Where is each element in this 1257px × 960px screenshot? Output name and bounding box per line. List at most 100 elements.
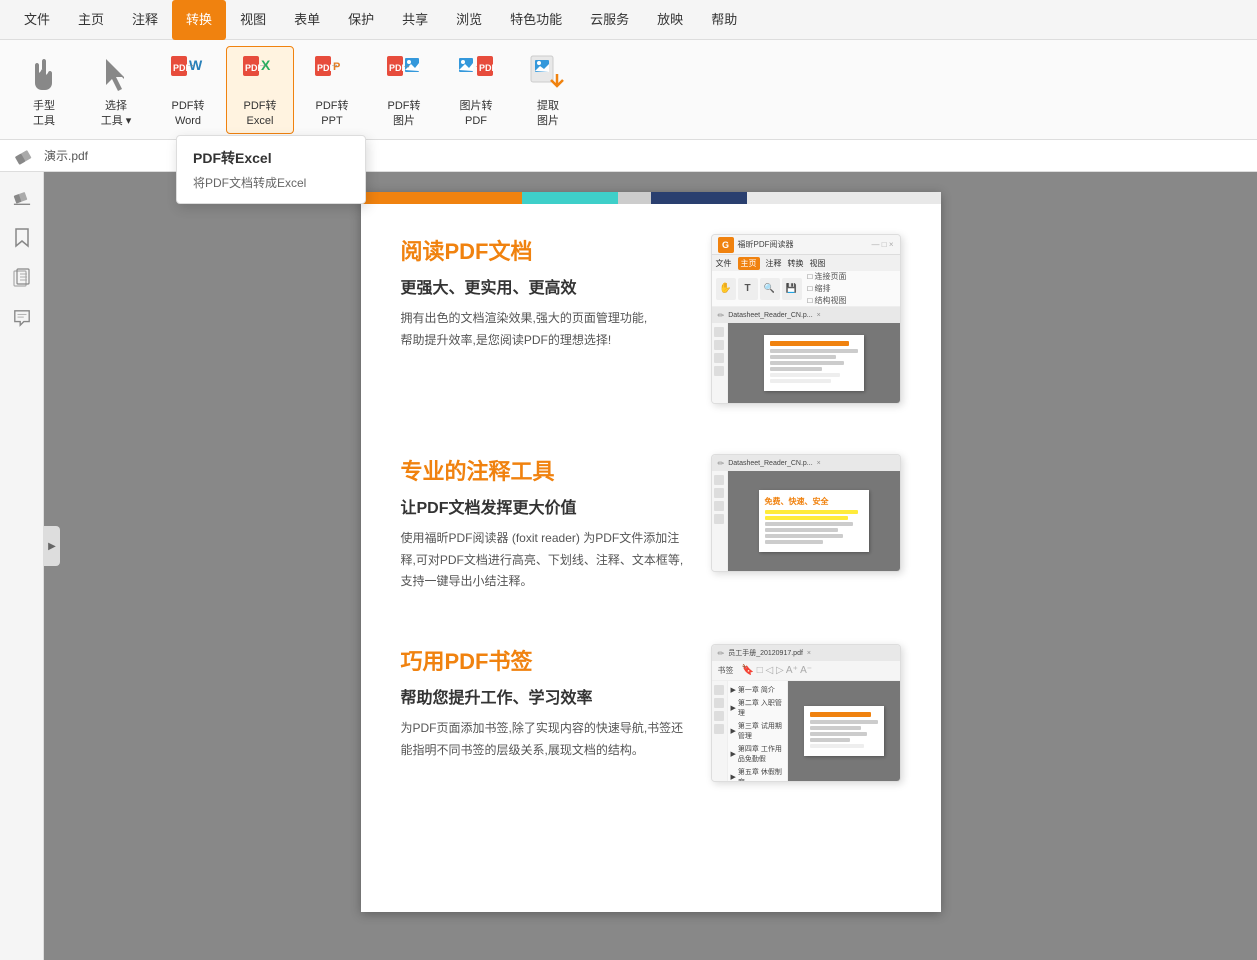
toolbar: 手型工具 选择工具 ▾ PDF W → PDF转Word PDF — [0, 40, 1257, 140]
pdf-to-image-button[interactable]: PDF → PDF转图片 — [370, 46, 438, 134]
annotate-title: 专业的注释工具 — [401, 454, 691, 486]
mini-pencil-icon-2: ✏ — [718, 459, 725, 468]
mini-bk-item-3: ▶ 第三章 试用期管理 — [731, 721, 784, 741]
bookmark-subtitle: 帮助您提升工作、学习效率 — [401, 684, 691, 708]
tooltip-title: PDF转Excel — [193, 148, 349, 168]
mini-sb-icon-2 — [714, 340, 724, 350]
mini-menu-comment: 注释 — [766, 258, 782, 269]
main-area: ▶ 阅读PDF文档 更强大、更实用、更高效 拥有出色的文档渲染效果,强大的页面管… — [0, 172, 1257, 960]
cursor-icon — [96, 53, 136, 97]
top-bar-navy — [651, 192, 748, 204]
image-pdf-icon: → PDF — [456, 53, 496, 97]
mini-bk-arrow-4: ▶ — [731, 750, 736, 758]
hand-tool-label: 手型工具 — [33, 99, 55, 128]
extract-image-label: 提取图片 — [537, 99, 559, 128]
mini-sb-icon-8 — [714, 514, 724, 524]
tooltip-description: 将PDF文档转成Excel — [193, 174, 349, 191]
menu-form[interactable]: 表单 — [280, 0, 334, 40]
filename: 演示.pdf — [44, 147, 88, 164]
menu-view[interactable]: 视图 — [226, 0, 280, 40]
mini-pencil-icon: ✏ — [718, 311, 725, 320]
select-tool-button[interactable]: 选择工具 ▾ — [82, 46, 150, 134]
collapse-sidebar-button[interactable]: ▶ — [44, 526, 60, 566]
eraser-icon[interactable] — [10, 142, 38, 170]
mini-menu-home-active: 主页 — [738, 257, 760, 270]
extract-image-button[interactable]: 提取图片 — [514, 46, 582, 134]
mini-main-area-1 — [712, 323, 900, 403]
pdf-section-read: 阅读PDF文档 更强大、更实用、更高效 拥有出色的文档渲染效果,强大的页面管理功… — [401, 234, 901, 404]
mini-main-area-2: 免费、快速、安全 — [712, 471, 900, 571]
image-to-pdf-button[interactable]: → PDF 图片转PDF — [442, 46, 510, 134]
menu-cloud[interactable]: 云服务 — [576, 0, 643, 40]
mini-bk-item-4: ▶ 第四章 工作用品免勤假 — [731, 744, 784, 764]
mini-line-4 — [770, 361, 845, 365]
svg-text:→: → — [258, 59, 267, 69]
read-text: 拥有出色的文档渲染效果,强大的页面管理功能,帮助提升效率,是您阅读PDF的理想选… — [401, 308, 691, 351]
mini-sb-icon-9 — [714, 685, 724, 695]
mini-tool-zoom2: □ 缩排 — [808, 283, 847, 294]
top-bar-light — [747, 192, 940, 204]
collapse-icon: ▶ — [48, 541, 56, 552]
mini-line-2 — [770, 349, 858, 353]
mini-bk-ch2: 第二章 入职管理 — [738, 698, 784, 718]
mini-content-area-3 — [788, 681, 900, 781]
pdf-to-word-button[interactable]: PDF W → PDF转Word — [154, 46, 222, 134]
content-area: 阅读PDF文档 更强大、更实用、更高效 拥有出色的文档渲染效果,强大的页面管理功… — [44, 172, 1257, 960]
mini-tool-text: T — [738, 278, 758, 300]
mini-sidebar-3 — [712, 681, 728, 781]
mini-sb-icon-1 — [714, 327, 724, 337]
pdf-to-excel-button[interactable]: PDF X → PDF转Excel — [226, 46, 294, 134]
mini-tool-group: □ 连接页面 □ 缩排 □ 结构视图 — [808, 271, 847, 306]
image-to-pdf-label: 图片转PDF — [460, 99, 493, 128]
hand-tool-button[interactable]: 手型工具 — [10, 46, 78, 134]
mini-close-icon: — □ × — [872, 240, 894, 249]
mini-sidebar-2 — [712, 471, 728, 571]
mini-pdf-content-1 — [764, 335, 864, 391]
menu-share[interactable]: 共享 — [388, 0, 442, 40]
mini-pdf-content-3 — [804, 706, 884, 756]
mini-sb-icon-6 — [714, 488, 724, 498]
pdf-section-annotate: 专业的注释工具 让PDF文档发挥更大价值 使用福昕PDF阅读器 (foxit r… — [401, 454, 901, 594]
menu-help[interactable]: 帮助 — [697, 0, 751, 40]
read-title: 阅读PDF文档 — [401, 234, 691, 266]
mini-highlight-1 — [765, 510, 858, 514]
menu-browse[interactable]: 浏览 — [442, 0, 496, 40]
mini-bk-item-2: ▶ 第二章 入职管理 — [731, 698, 784, 718]
menu-features[interactable]: 特色功能 — [496, 0, 576, 40]
pdf-page: 阅读PDF文档 更强大、更实用、更高效 拥有出色的文档渲染效果,强大的页面管理功… — [361, 192, 941, 912]
extract-icon — [528, 53, 568, 97]
annotate-text: 使用福昕PDF阅读器 (foxit reader) 为PDF文件添加注释,可对P… — [401, 528, 691, 593]
mini-line-7 — [770, 379, 832, 383]
mini-sb-icon-4 — [714, 366, 724, 376]
sidebar-eraser-icon[interactable] — [6, 182, 38, 214]
sidebar-pages-icon[interactable] — [6, 262, 38, 294]
mini-bk-line-2 — [810, 720, 878, 724]
mini-line-3 — [770, 355, 836, 359]
mini-filetab-3: ✏ 员工手册_20120917.pdf × — [712, 645, 900, 661]
menu-file[interactable]: 文件 — [10, 0, 64, 40]
bookmark-title: 巧用PDF书签 — [401, 644, 691, 676]
mini-bk-line-6 — [810, 744, 864, 748]
mini-tool-connect: □ 连接页面 — [808, 271, 847, 282]
mini-menubar-1: 文件 主页 注释 转换 视图 — [712, 255, 900, 271]
mini-pencil-icon-3: ✏ — [718, 649, 725, 658]
menu-convert[interactable]: 转换 — [172, 0, 226, 40]
sidebar-comment-icon[interactable] — [6, 302, 38, 334]
mini-sidebar-1 — [712, 323, 728, 403]
top-bar-orange — [361, 192, 522, 204]
mini-bk-line-5 — [810, 738, 851, 742]
mini-bookmark-panel: ▶ 第一章 简介 ▶ 第二章 入职管理 ▶ 第三 — [728, 681, 788, 781]
menu-present[interactable]: 放映 — [643, 0, 697, 40]
menu-comment[interactable]: 注释 — [118, 0, 172, 40]
menu-home[interactable]: 主页 — [64, 0, 118, 40]
mini-filetab-1: ✏ Datasheet_Reader_CN.p... × — [712, 307, 900, 323]
bookmark-text: 为PDF页面添加书签,除了实现内容的快速导航,书签还能指明不同书签的层级关系,展… — [401, 718, 691, 761]
pdf-to-excel-tooltip: PDF转Excel 将PDF文档转成Excel — [176, 135, 366, 204]
sidebar-bookmark-icon[interactable] — [6, 222, 38, 254]
mini-line-5 — [770, 367, 823, 371]
menu-protect[interactable]: 保护 — [334, 0, 388, 40]
mini-sb-icon-7 — [714, 501, 724, 511]
svg-text:→: → — [330, 59, 339, 69]
mini-app-bookmark: ✏ 员工手册_20120917.pdf × 书签 🔖 □ ◁ ▷ A⁺ A⁻ — [711, 644, 901, 782]
pdf-to-ppt-button[interactable]: PDF P → PDF转PPT — [298, 46, 366, 134]
